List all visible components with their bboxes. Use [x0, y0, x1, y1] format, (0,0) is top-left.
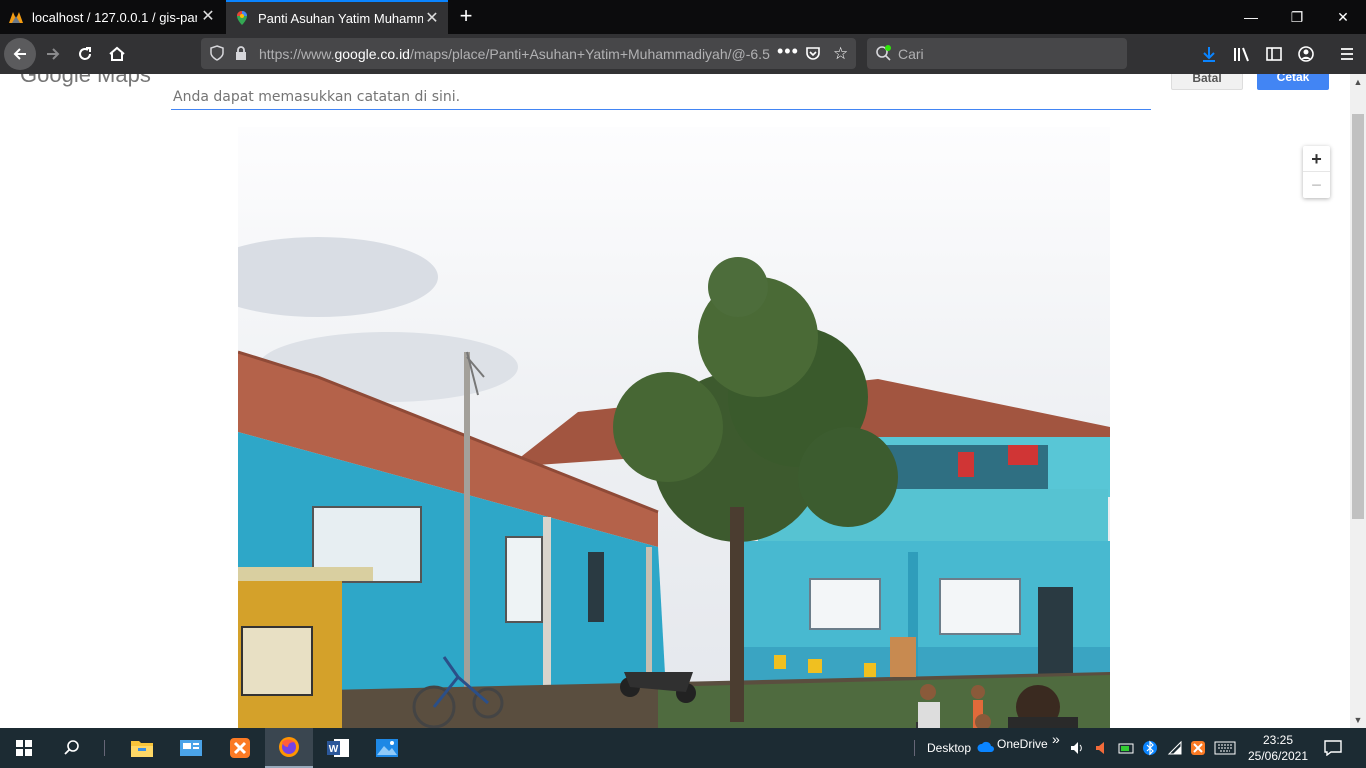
taskbar-photos[interactable] [363, 728, 411, 768]
folder-icon [131, 741, 153, 757]
notes-input[interactable] [171, 84, 1151, 110]
tab-title: Panti Asuhan Yatim Muhammadiyah [258, 10, 423, 26]
volume-icon[interactable] [1070, 740, 1086, 759]
taskbar-firefox[interactable] [265, 728, 313, 768]
url-path: /maps/place/Panti+Asuhan+Yatim+Muhammadi… [409, 46, 770, 62]
browser-nav-bar: https://www.google.co.id/maps/place/Pant… [0, 34, 1366, 74]
zoom-in-button[interactable]: + [1303, 146, 1330, 172]
notifications-icon[interactable] [1324, 740, 1342, 759]
arrow-left-icon [13, 48, 26, 60]
new-tab-button[interactable]: + [454, 5, 478, 29]
back-button[interactable] [4, 38, 36, 70]
restore-button[interactable]: ❐ [1274, 0, 1320, 34]
scroll-down-icon[interactable]: ▼ [1350, 712, 1366, 728]
search-placeholder: Cari [898, 46, 924, 62]
toolbar-overflow-icon[interactable]: » [1052, 719, 1060, 759]
firefox-icon [279, 737, 299, 757]
menu-hamburger-icon[interactable] [1338, 45, 1356, 68]
reload-button[interactable] [69, 38, 101, 70]
forward-button[interactable] [37, 38, 69, 70]
windows-logo-icon [16, 740, 32, 756]
bluetooth-icon[interactable] [1143, 740, 1157, 759]
downloads-icon[interactable] [1200, 45, 1218, 68]
photos-icon [376, 739, 398, 757]
taskbar-xampp[interactable] [216, 728, 264, 768]
close-window-button[interactable]: ✕ [1320, 0, 1366, 34]
maps-print-page: Google Maps Batal Cetak + − [0, 74, 1350, 728]
bookmark-star-icon[interactable]: ☆ [833, 44, 848, 64]
system-clock[interactable]: 23:25 25/06/2021 [1240, 732, 1316, 764]
search-bar[interactable]: Cari [867, 38, 1127, 69]
library-icon[interactable] [1233, 45, 1251, 68]
desktop-toolbar-label[interactable]: Desktop [927, 728, 971, 768]
tab-phpmyadmin[interactable]: localhost / 127.0.0.1 / gis-panasuhan ✕ [0, 0, 224, 34]
scrollbar-thumb[interactable] [1352, 114, 1364, 519]
url-text[interactable]: https://www.google.co.id/maps/place/Pant… [259, 46, 771, 62]
scroll-up-icon[interactable]: ▲ [1350, 74, 1366, 90]
page-actions-icon[interactable]: ••• [777, 41, 799, 62]
keyboard-icon[interactable] [1214, 741, 1236, 758]
taskbar-search-button[interactable] [48, 728, 96, 768]
tab-google-maps[interactable]: Panti Asuhan Yatim Muhammadiyah ✕ [226, 0, 448, 34]
minimize-button[interactable]: — [1228, 0, 1274, 34]
account-icon[interactable] [1297, 45, 1315, 68]
tab-title: localhost / 127.0.0.1 / gis-panasuhan [32, 9, 197, 25]
tab-close-icon[interactable]: ✕ [424, 11, 440, 27]
windows-taskbar: W Desktop OneDrive » 23:25 25/06/2021 [0, 728, 1366, 768]
svg-text:W: W [329, 744, 339, 755]
url-host: google.co.id [334, 46, 410, 62]
cancel-button[interactable]: Batal [1171, 74, 1243, 90]
arrow-right-icon [47, 48, 60, 60]
pocket-icon[interactable] [805, 45, 821, 64]
home-icon [109, 46, 125, 61]
lock-icon[interactable] [234, 45, 248, 64]
address-bar[interactable]: https://www.google.co.id/maps/place/Pant… [201, 38, 856, 69]
taskbar-separator [104, 740, 105, 756]
zoom-out-button[interactable]: − [1303, 172, 1330, 198]
taskbar-word[interactable]: W [314, 728, 362, 768]
tracking-shield-icon[interactable] [209, 45, 225, 64]
search-icon [875, 44, 893, 65]
print-button[interactable]: Cetak [1257, 74, 1329, 90]
control-panel-icon [180, 740, 202, 756]
phpmyadmin-icon [8, 9, 24, 25]
tab-close-icon[interactable]: ✕ [200, 9, 216, 25]
onedrive-cloud-icon[interactable] [977, 741, 995, 756]
word-icon: W [327, 739, 349, 757]
clock-date: 25/06/2021 [1247, 749, 1309, 763]
speaker-icon[interactable] [1094, 740, 1110, 759]
tray-separator [914, 740, 915, 756]
start-button[interactable] [0, 728, 48, 768]
sidebar-icon[interactable] [1265, 45, 1283, 68]
place-photo[interactable] [238, 127, 1110, 728]
wifi-icon[interactable] [1167, 740, 1183, 759]
taskbar-control-panel[interactable] [167, 728, 215, 768]
home-button[interactable] [101, 38, 133, 70]
reload-icon [79, 47, 91, 60]
zoom-control: + − [1303, 146, 1330, 198]
google-maps-logo: Google Maps [20, 74, 151, 87]
url-prefix: https://www. [259, 46, 335, 62]
page-scrollbar[interactable]: ▲ ▼ [1350, 74, 1366, 728]
clock-time: 23:25 [1262, 733, 1294, 747]
browser-tab-strip: localhost / 127.0.0.1 / gis-panasuhan ✕ … [0, 0, 1366, 34]
taskbar-file-explorer[interactable] [118, 728, 166, 768]
onedrive-label[interactable]: OneDrive [997, 724, 1048, 764]
search-icon [64, 740, 79, 755]
xampp-icon [230, 738, 250, 758]
xampp-tray-icon[interactable] [1190, 740, 1206, 759]
battery-icon[interactable] [1118, 741, 1136, 758]
google-maps-pin-icon [234, 10, 250, 26]
